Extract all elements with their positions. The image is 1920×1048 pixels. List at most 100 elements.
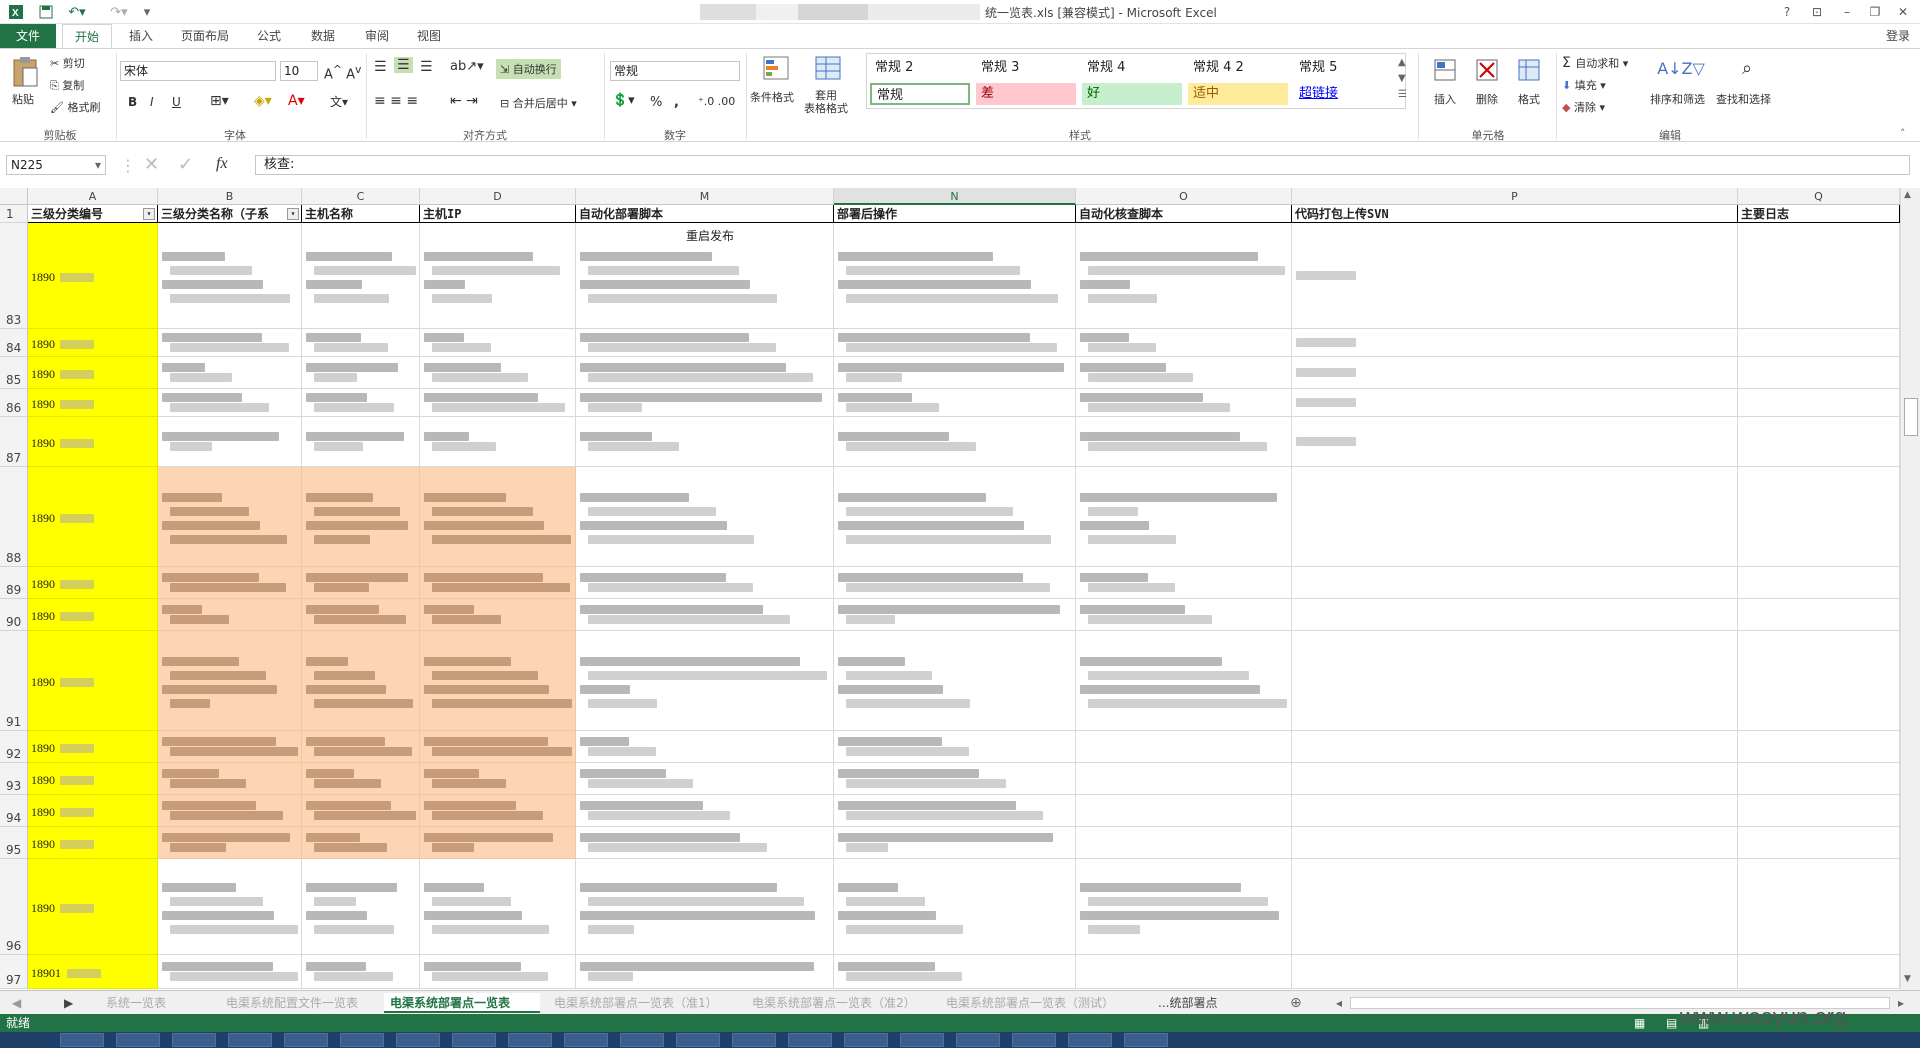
table-cell[interactable] bbox=[1292, 827, 1738, 859]
table-cell[interactable] bbox=[1076, 389, 1292, 417]
row-header[interactable]: 92 bbox=[0, 731, 28, 763]
grow-font-icon[interactable]: A^ Av bbox=[324, 63, 361, 82]
row-header[interactable]: 86 bbox=[0, 389, 28, 417]
table-cell[interactable] bbox=[302, 329, 420, 357]
scroll-up-icon[interactable]: ▲ bbox=[1904, 190, 1911, 200]
sheet-tab[interactable]: 系统一览表 bbox=[100, 993, 208, 1013]
table-cell[interactable] bbox=[1076, 467, 1292, 567]
gallery-scroll-icon[interactable]: ▲ ▼ ☰ bbox=[1398, 55, 1407, 103]
sort-filter-icon[interactable]: A↓Z▽ bbox=[1657, 53, 1705, 83]
font-color-icon[interactable]: A▾ bbox=[288, 93, 305, 109]
scroll-down-icon[interactable]: ▼ bbox=[1904, 974, 1911, 984]
sheet-tab[interactable]: 电渠系统配置文件一览表 bbox=[220, 993, 376, 1013]
table-cell[interactable] bbox=[158, 731, 302, 763]
table-cell[interactable] bbox=[420, 467, 576, 567]
tab-home[interactable]: 开始 bbox=[62, 24, 112, 48]
orientation-icon[interactable]: ab↗▾ bbox=[450, 59, 484, 74]
collapse-ribbon-icon[interactable]: ˄ bbox=[1900, 127, 1906, 140]
table-cell[interactable] bbox=[158, 417, 302, 467]
style-normal-2[interactable]: 常规 2 bbox=[870, 57, 970, 79]
formula-input[interactable]: 核查: bbox=[255, 155, 1910, 175]
table-cell[interactable] bbox=[1076, 859, 1292, 955]
row-header[interactable]: 97 bbox=[0, 955, 28, 989]
table-cell[interactable] bbox=[1738, 631, 1900, 731]
taskbar-item[interactable] bbox=[116, 1033, 160, 1047]
table-cell[interactable] bbox=[1292, 357, 1738, 389]
font-name-select[interactable]: 宋体 bbox=[120, 61, 276, 81]
insert-function-icon[interactable]: fx bbox=[216, 155, 228, 173]
clear-button[interactable]: ◆ 清除 ▾ bbox=[1562, 99, 1605, 115]
sheet-tab[interactable]: 电渠系统部署点一览表 bbox=[384, 993, 540, 1013]
table-cell[interactable] bbox=[1292, 731, 1738, 763]
table-cell[interactable] bbox=[834, 467, 1076, 567]
table-cell[interactable]: 1890 bbox=[28, 827, 158, 859]
hscroll-right-icon[interactable]: ▸ bbox=[1892, 993, 1910, 1013]
delete-label[interactable]: 删除 bbox=[1476, 91, 1498, 107]
table-cell[interactable] bbox=[302, 631, 420, 731]
table-cell[interactable] bbox=[576, 567, 834, 599]
binoculars-icon[interactable]: ⌕ bbox=[1730, 53, 1764, 83]
table-cell[interactable] bbox=[158, 329, 302, 357]
underline-button[interactable]: U bbox=[172, 95, 181, 109]
table-cell[interactable] bbox=[1076, 795, 1292, 827]
enter-icon[interactable]: ✓ bbox=[178, 154, 193, 175]
signin-link[interactable]: 登录 bbox=[1880, 24, 1916, 48]
taskbar-item[interactable] bbox=[956, 1033, 1000, 1047]
table-cell[interactable] bbox=[420, 859, 576, 955]
align-left-icon[interactable]: ≡ ≡ ≡ bbox=[374, 93, 418, 109]
tab-review[interactable]: 审阅 bbox=[354, 24, 400, 48]
table-cell[interactable] bbox=[1076, 599, 1292, 631]
align-bottom-icon[interactable]: ☰ bbox=[420, 59, 433, 75]
table-cell[interactable] bbox=[576, 599, 834, 631]
tab-data[interactable]: 数据 bbox=[300, 24, 346, 48]
table-cell[interactable] bbox=[1076, 955, 1292, 989]
table-cell[interactable] bbox=[420, 389, 576, 417]
table-cell[interactable] bbox=[1292, 859, 1738, 955]
delete-cells-icon[interactable] bbox=[1470, 55, 1504, 85]
row-header[interactable]: 1 bbox=[0, 205, 28, 223]
sort-filter-label[interactable]: 排序和筛选 bbox=[1650, 91, 1705, 107]
table-cell[interactable] bbox=[1738, 763, 1900, 795]
find-select-label[interactable]: 查找和选择 bbox=[1716, 91, 1771, 107]
table-cell[interactable] bbox=[420, 223, 576, 329]
cut-button[interactable]: ✂ 剪切 bbox=[50, 55, 85, 71]
currency-icon[interactable]: 💲▾ bbox=[612, 93, 635, 108]
style-normal-4-2[interactable]: 常规 4 2 bbox=[1188, 57, 1288, 79]
table-cell[interactable] bbox=[158, 955, 302, 989]
table-cell[interactable] bbox=[576, 827, 834, 859]
table-cell[interactable] bbox=[1738, 599, 1900, 631]
style-normal-3[interactable]: 常规 3 bbox=[976, 57, 1076, 79]
table-cell[interactable] bbox=[834, 417, 1076, 467]
table-cell[interactable] bbox=[1076, 417, 1292, 467]
sheet-tab[interactable]: 电渠系统部署点一览表（准1） bbox=[548, 993, 738, 1013]
style-hyperlink[interactable]: 超链接 bbox=[1294, 83, 1394, 105]
table-cell[interactable] bbox=[1076, 357, 1292, 389]
table-cell[interactable] bbox=[158, 631, 302, 731]
taskbar-item[interactable] bbox=[844, 1033, 888, 1047]
table-cell[interactable] bbox=[1738, 731, 1900, 763]
col-header-b[interactable]: B bbox=[158, 188, 302, 205]
row-header[interactable]: 87 bbox=[0, 417, 28, 467]
hscroll-left-icon[interactable]: ◂ bbox=[1330, 993, 1348, 1013]
table-cell[interactable] bbox=[576, 631, 834, 731]
table-cell[interactable] bbox=[1292, 329, 1738, 357]
col-header-d[interactable]: D bbox=[420, 188, 576, 205]
row-header[interactable]: 88 bbox=[0, 467, 28, 567]
restore-icon[interactable]: ❐ bbox=[1864, 2, 1886, 22]
table-cell[interactable] bbox=[1292, 223, 1738, 329]
table-cell[interactable] bbox=[302, 223, 420, 329]
ribbon-display-icon[interactable]: ⊡ bbox=[1806, 2, 1828, 22]
table-cell[interactable] bbox=[576, 417, 834, 467]
table-cell[interactable] bbox=[158, 795, 302, 827]
table-cell[interactable] bbox=[420, 731, 576, 763]
table-cell[interactable] bbox=[576, 731, 834, 763]
table-cell[interactable] bbox=[576, 955, 834, 989]
table-cell[interactable] bbox=[420, 827, 576, 859]
table-cell[interactable] bbox=[420, 955, 576, 989]
fill-color-icon[interactable]: ◈▾ bbox=[254, 93, 272, 109]
table-cell[interactable] bbox=[302, 795, 420, 827]
table-cell[interactable] bbox=[1076, 827, 1292, 859]
table-cell[interactable] bbox=[834, 955, 1076, 989]
scroll-thumb[interactable] bbox=[1904, 398, 1918, 436]
table-cell[interactable] bbox=[1738, 417, 1900, 467]
